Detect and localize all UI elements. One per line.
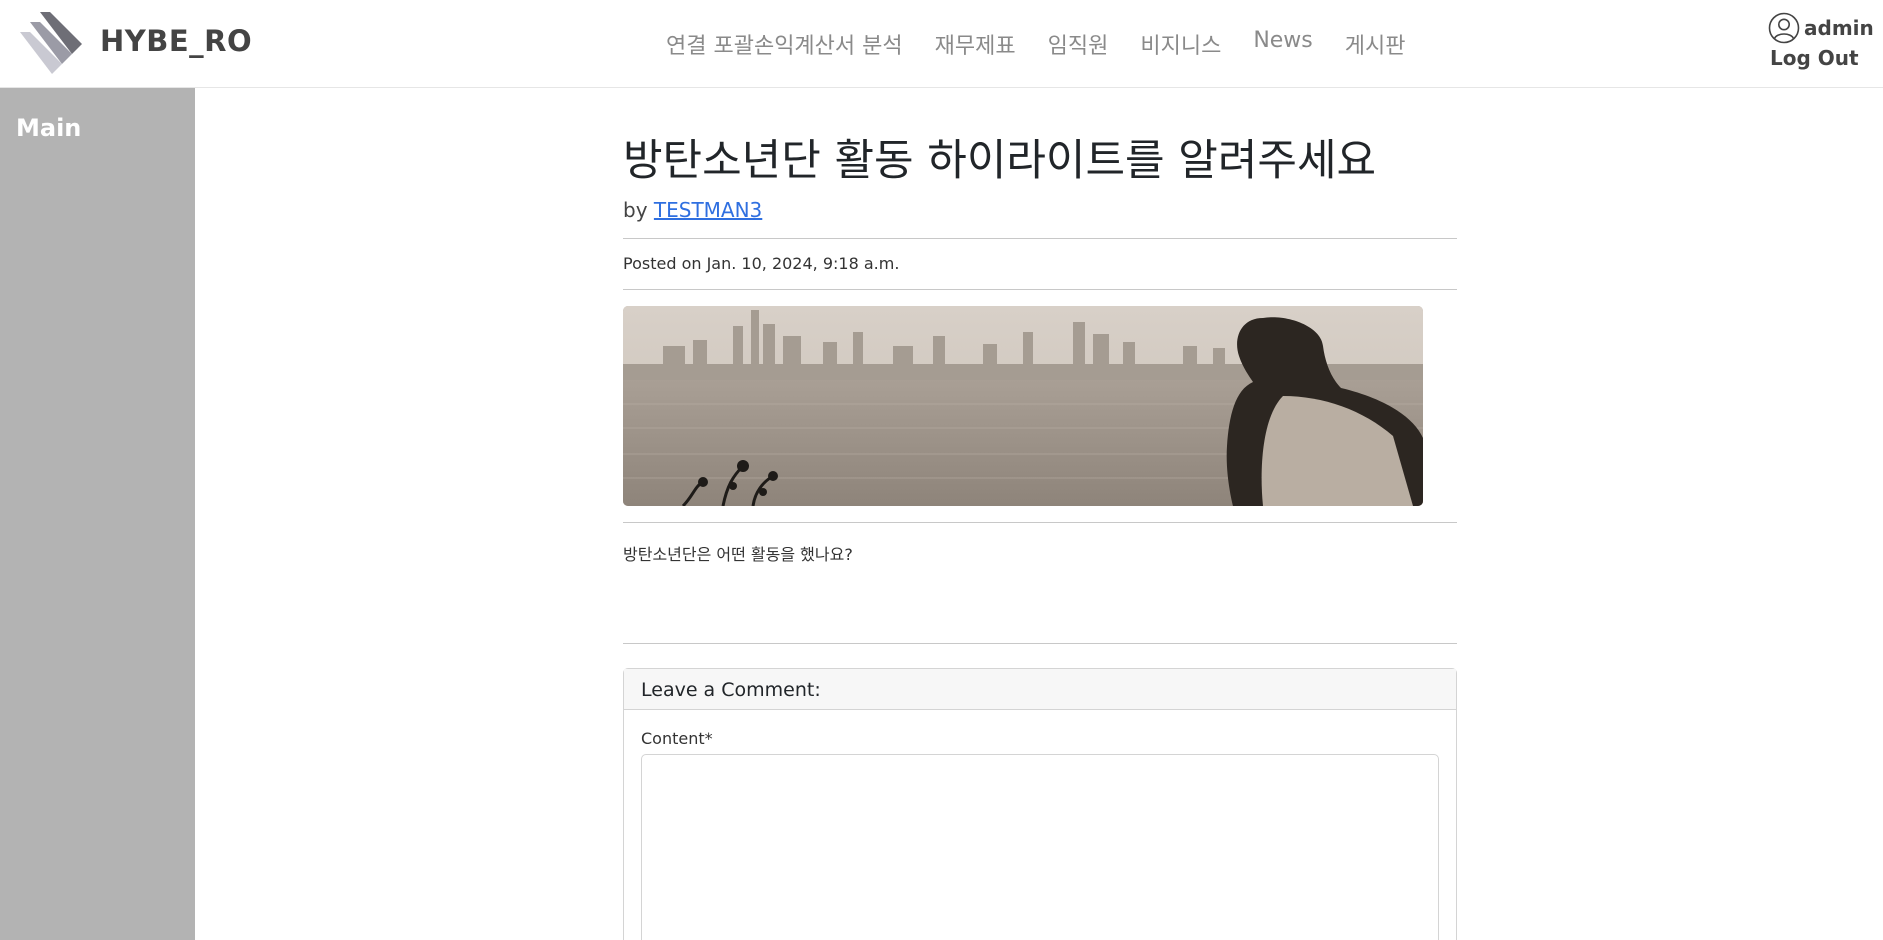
comment-form: Leave a Comment: Content*	[623, 668, 1457, 940]
divider	[623, 289, 1457, 290]
post-title: 방탄소년단 활동 하이라이트를 알려주세요	[623, 136, 1377, 186]
author-link[interactable]: TESTMAN3	[654, 198, 762, 222]
top-navbar: HYBE_RO 연결 포괄손익계산서 분석 재무제표 임직원 비지니스 News…	[0, 0, 1883, 88]
logo-stripes-icon[interactable]	[18, 10, 86, 76]
nav-item-income-analysis[interactable]: 연결 포괄손익계산서 분석	[666, 28, 903, 60]
post-date: Posted on Jan. 10, 2024, 9:18 a.m.	[623, 254, 900, 273]
nav-item-news[interactable]: News	[1253, 28, 1312, 60]
byline-prefix: by	[623, 198, 648, 222]
comment-header: Leave a Comment:	[624, 669, 1456, 710]
user-circle-icon	[1768, 12, 1800, 44]
user-profile[interactable]: admin	[1768, 12, 1883, 44]
post-byline: by TESTMAN3	[623, 198, 1457, 222]
username: admin	[1804, 16, 1874, 40]
post-body: 방탄소년단은 어떤 활동을 했나요?	[623, 545, 853, 564]
sidebar: Main	[0, 88, 195, 940]
content-label: Content*	[641, 729, 713, 748]
nav-item-financial-statements[interactable]: 재무제표	[935, 28, 1016, 60]
nav-item-board[interactable]: 게시판	[1345, 28, 1406, 60]
nav-item-employees[interactable]: 임직원	[1048, 28, 1109, 60]
brand-name[interactable]: HYBE_RO	[100, 24, 252, 58]
post-image	[623, 306, 1423, 506]
comment-content-input[interactable]	[641, 754, 1439, 940]
nav-item-business[interactable]: 비지니스	[1140, 28, 1221, 60]
logout-link[interactable]: Log Out	[1770, 46, 1883, 70]
sidebar-item-main[interactable]: Main	[16, 114, 81, 142]
post-detail: 방탄소년단 활동 하이라이트를 알려주세요 by TESTMAN3 Posted…	[623, 132, 1457, 940]
user-menu: admin Log Out	[1768, 12, 1883, 70]
main-nav: 연결 포괄손익계산서 분석 재무제표 임직원 비지니스 News 게시판	[666, 28, 1438, 60]
divider	[623, 643, 1457, 644]
